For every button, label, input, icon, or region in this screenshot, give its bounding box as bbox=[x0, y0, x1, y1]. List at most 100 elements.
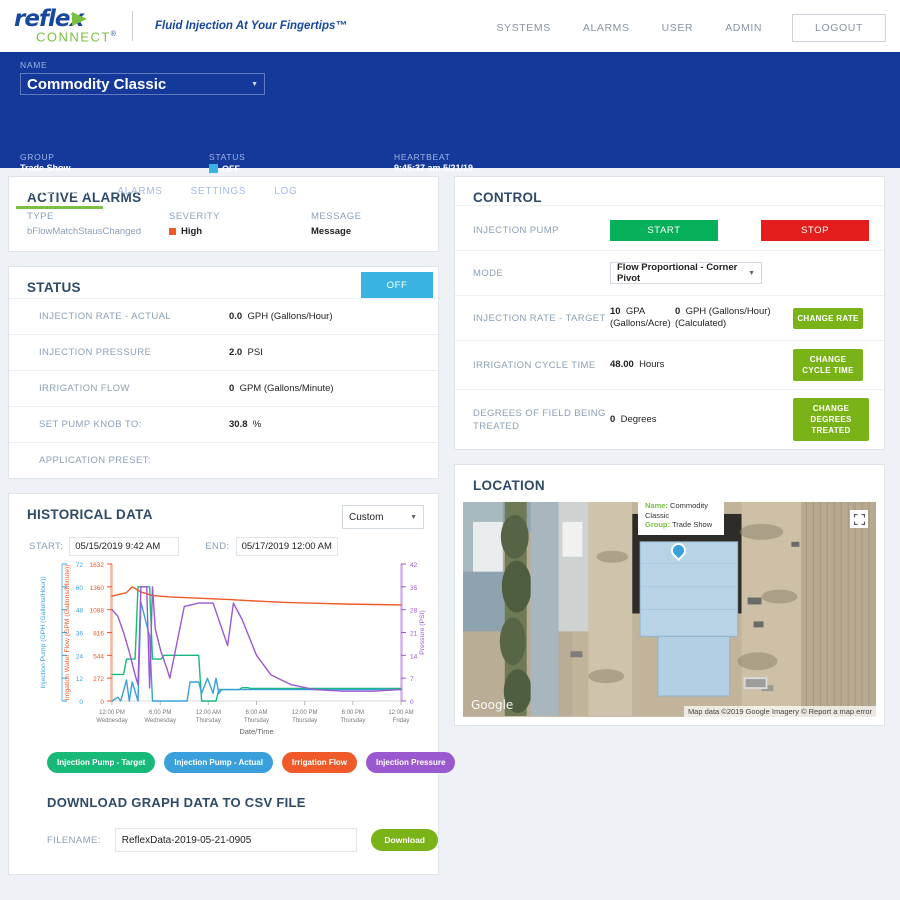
svg-text:12: 12 bbox=[76, 676, 84, 683]
chevron-down-icon: ▼ bbox=[748, 270, 755, 277]
tab-log[interactable]: LOG bbox=[260, 186, 311, 209]
group-value: Trade Show bbox=[20, 163, 71, 173]
status-label: STATUS bbox=[209, 152, 246, 162]
end-label: END: bbox=[205, 541, 230, 552]
mode-select-value: Flow Proportional - Corner Pivot bbox=[617, 262, 738, 284]
status-value-number: 2.0 bbox=[229, 347, 243, 358]
nav-item-admin[interactable]: ADMIN bbox=[709, 22, 778, 34]
fullscreen-button[interactable] bbox=[850, 510, 868, 528]
status-card: STATUS OFF INJECTION RATE - ACTUAL 0.0 G… bbox=[8, 266, 439, 479]
status-value-unit: GPM (Gallons/Minute) bbox=[239, 383, 334, 394]
tab-settings[interactable]: SETTINGS bbox=[177, 186, 261, 209]
svg-text:Thursday: Thursday bbox=[292, 718, 317, 724]
filename-input[interactable] bbox=[114, 828, 358, 852]
alarms-col-message: MESSAGE bbox=[311, 211, 362, 222]
status-key: INJECTION PRESSURE bbox=[39, 347, 152, 358]
svg-text:1632: 1632 bbox=[90, 562, 105, 569]
download-button[interactable]: Download bbox=[371, 829, 438, 851]
svg-text:Date/Time: Date/Time bbox=[239, 727, 273, 736]
main-content: ACTIVE ALARMS TYPE SEVERITY MESSAGE bFlo… bbox=[0, 168, 900, 897]
mode-select[interactable]: Flow Proportional - Corner Pivot ▼ bbox=[610, 262, 762, 284]
svg-text:35: 35 bbox=[410, 585, 418, 592]
historical-chart[interactable]: 0 0 0 12 272 7 24 544 14 36 816 21 48 1088 28 60 1360 35 7… bbox=[9, 556, 438, 744]
historical-data-title: HISTORICAL DATA bbox=[27, 507, 153, 522]
svg-text:816: 816 bbox=[93, 631, 104, 638]
chart-legend: Injection Pump - Target Injection Pump -… bbox=[9, 744, 456, 773]
info-group-label: Group: bbox=[645, 520, 670, 529]
nav-item-alarms[interactable]: ALARMS bbox=[567, 22, 646, 34]
alarm-type: bFlowMatchStausChanged bbox=[27, 226, 142, 237]
svg-text:28: 28 bbox=[410, 608, 418, 615]
heartbeat-value: 9:45:37 am 5/21/19 bbox=[394, 163, 474, 173]
system-header: NAME Commodity Classic ▼ GROUP Trade Sho… bbox=[0, 52, 900, 209]
legend-item-injection-pump-target[interactable]: Injection Pump - Target bbox=[47, 752, 156, 773]
change-rate-button[interactable]: CHANGE RATE bbox=[793, 307, 863, 329]
historical-data-card: HISTORICAL DATA Custom ▼ START: END: 0 0 0… bbox=[8, 493, 456, 875]
irrigation-cycle-time-label: IRRIGATION CYCLE TIME bbox=[473, 359, 596, 371]
alarms-col-type: TYPE bbox=[27, 211, 54, 222]
svg-text:Wednesday: Wednesday bbox=[144, 718, 176, 724]
change-degrees-treated-button[interactable]: CHANGE DEGREES TREATED bbox=[793, 398, 869, 441]
start-label: START: bbox=[29, 541, 64, 552]
svg-text:1360: 1360 bbox=[90, 585, 105, 592]
logo-connect-text: CONNECT bbox=[36, 29, 111, 45]
svg-text:21: 21 bbox=[410, 631, 418, 638]
date-range-row: START: END: bbox=[9, 529, 438, 556]
list-item: IRRIGATION CYCLE TIME 48.00 Hours CHANGE… bbox=[455, 340, 884, 389]
svg-text:36: 36 bbox=[76, 631, 84, 638]
svg-text:12:00 AM: 12:00 AM bbox=[196, 710, 221, 716]
status-value: OFF bbox=[222, 164, 240, 174]
nav-item-systems[interactable]: SYSTEMS bbox=[480, 22, 566, 34]
system-name-select[interactable]: Commodity Classic ▼ bbox=[20, 73, 265, 95]
google-watermark: Google bbox=[471, 698, 514, 712]
svg-text:Injection Pump (GPH (Gallons/H: Injection Pump (GPH (Gallons/Hour)) bbox=[40, 576, 47, 688]
end-date-input[interactable] bbox=[235, 537, 338, 556]
nav-item-user[interactable]: USER bbox=[646, 22, 710, 34]
svg-text:Thursday: Thursday bbox=[196, 718, 221, 724]
status-value-number: 0.0 bbox=[229, 311, 243, 322]
legend-item-injection-pressure[interactable]: Injection Pressure bbox=[366, 752, 456, 773]
degrees-treated-label: DEGREES OF FIELD BEING TREATED bbox=[473, 407, 606, 432]
start-date-input[interactable] bbox=[69, 537, 180, 556]
degrees-unit: Degrees bbox=[620, 413, 657, 425]
map[interactable]: Name: Commodity Classic Group: Trade Sho… bbox=[463, 502, 876, 717]
start-button[interactable]: START bbox=[610, 219, 718, 241]
table-row[interactable]: bFlowMatchStausChanged High Message bbox=[9, 222, 438, 251]
list-item: APPLICATION PRESET: bbox=[9, 442, 438, 478]
status-indicator-icon bbox=[209, 164, 218, 173]
legend-item-injection-pump-actual[interactable]: Injection Pump - Actual bbox=[164, 752, 273, 773]
logo[interactable]: reflex CONNECT® bbox=[14, 8, 116, 45]
chevron-down-icon: ▼ bbox=[410, 514, 417, 521]
group-label: GROUP bbox=[20, 152, 55, 162]
svg-text:6:00 PM: 6:00 PM bbox=[149, 710, 171, 716]
range-select[interactable]: Custom ▼ bbox=[342, 505, 424, 529]
control-title: CONTROL bbox=[473, 190, 542, 205]
status-key: INJECTION RATE - ACTUAL bbox=[39, 311, 172, 322]
legend-item-irrigation-flow[interactable]: Irrigation Flow bbox=[281, 752, 358, 773]
injection-rate-target-label: INJECTION RATE - TARGET bbox=[473, 312, 606, 324]
status-toggle-button[interactable]: OFF bbox=[361, 272, 433, 298]
rate-value: 10 bbox=[610, 306, 621, 317]
list-item: DEGREES OF FIELD BEING TREATED 0 Degrees… bbox=[455, 389, 884, 449]
download-title: DOWNLOAD GRAPH DATA TO CSV FILE bbox=[47, 795, 306, 810]
tab-alarms[interactable]: ALARMS bbox=[103, 186, 176, 209]
location-card: LOCATION Name: Commodity Classic Group: … bbox=[454, 464, 885, 726]
arrow-icon bbox=[72, 12, 87, 26]
svg-text:6:00 PM: 6:00 PM bbox=[342, 710, 364, 716]
svg-text:12:00 PM: 12:00 PM bbox=[292, 710, 318, 716]
info-group-value: Trade Show bbox=[671, 520, 713, 529]
location-title: LOCATION bbox=[473, 478, 545, 493]
cycle-value: 48.00 bbox=[610, 359, 634, 370]
status-key: SET PUMP KNOB TO: bbox=[39, 419, 142, 430]
logout-button[interactable]: LOGOUT bbox=[792, 14, 886, 42]
svg-text:272: 272 bbox=[93, 676, 104, 683]
range-select-value: Custom bbox=[349, 511, 384, 523]
degrees-value: 0 bbox=[610, 413, 616, 425]
tab-overview[interactable]: OVERVIEW bbox=[16, 186, 104, 209]
status-value-unit: PSI bbox=[247, 347, 263, 358]
alarms-col-severity: SEVERITY bbox=[169, 211, 220, 222]
stop-button[interactable]: STOP bbox=[761, 219, 869, 241]
change-cycle-time-button[interactable]: CHANGE CYCLE TIME bbox=[793, 349, 863, 381]
status-key: APPLICATION PRESET: bbox=[39, 455, 151, 466]
svg-text:Wednesday: Wednesday bbox=[96, 718, 128, 724]
